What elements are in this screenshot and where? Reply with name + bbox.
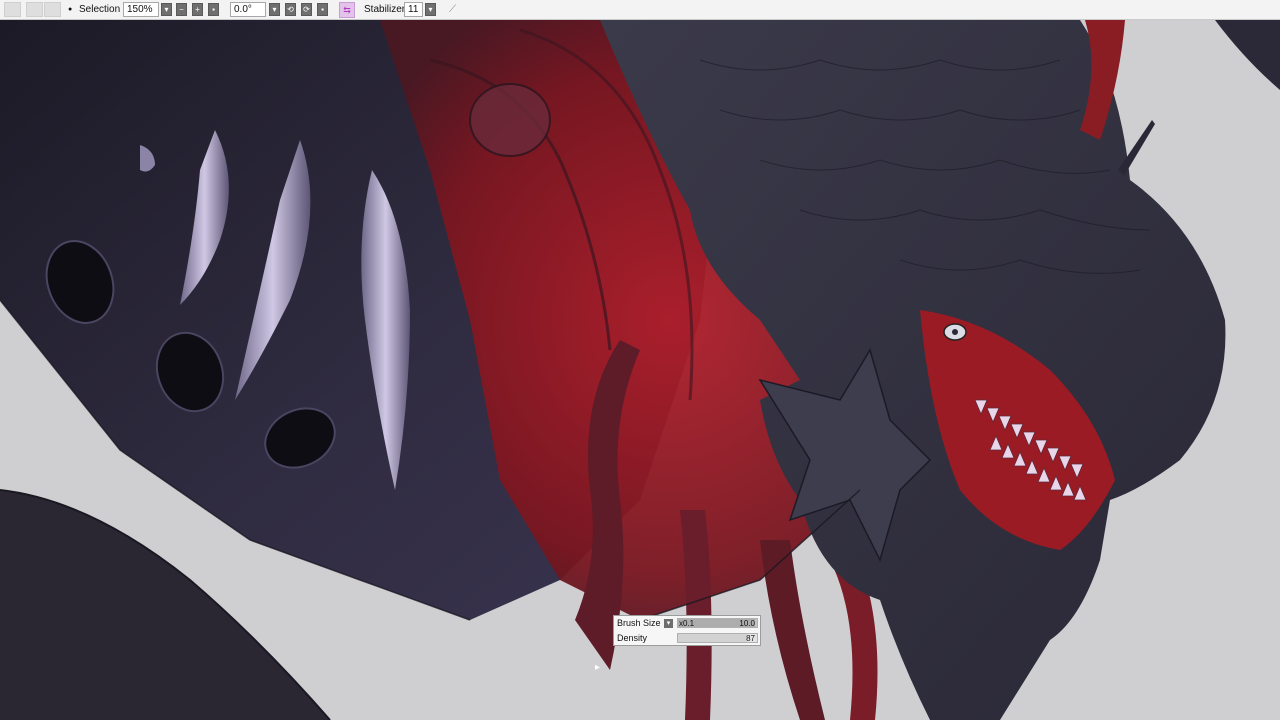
stabilizer-dropdown-button[interactable]: ▾: [425, 3, 436, 16]
swap-arrows-icon[interactable]: ⇆: [339, 2, 355, 18]
selection-label[interactable]: Selection: [79, 3, 120, 18]
rotate-right-button[interactable]: ⟳: [301, 3, 312, 16]
zoom-field[interactable]: 150%: [123, 2, 159, 17]
toolbar-square-button-2[interactable]: [26, 2, 43, 17]
density-fill: [678, 634, 747, 642]
zoom-in-button[interactable]: +: [192, 3, 203, 16]
density-slider[interactable]: 87: [677, 633, 758, 643]
rotation-dropdown-button[interactable]: ▾: [269, 3, 280, 16]
zoom-dropdown-button[interactable]: ▾: [161, 3, 172, 16]
toolbar-square-button-3[interactable]: [44, 2, 61, 17]
brush-size-min-label: x0.1: [679, 619, 695, 628]
stabilizer-field[interactable]: 11: [404, 2, 423, 17]
slash-pen-icon[interactable]: ⟋: [449, 3, 456, 18]
brush-settings-popup: Brush Size ▾ x0.1 10.0 Density 87: [613, 615, 761, 646]
toolbar-square-button-1[interactable]: [4, 2, 21, 17]
brush-size-value: 10.0: [739, 619, 755, 628]
brush-size-dropdown-button[interactable]: ▾: [664, 619, 673, 628]
cursor-arrow-icon: ▸: [595, 662, 601, 673]
rotation-reset-button[interactable]: ▪: [317, 3, 328, 16]
zoom-reset-button[interactable]: ▪: [208, 3, 219, 16]
brush-size-label: Brush Size: [617, 618, 661, 628]
rotate-left-button[interactable]: ⟲: [285, 3, 296, 16]
drawing-canvas[interactable]: ▸ Brush Size ▾ x0.1 10.0 Density 87: [0, 20, 1280, 720]
density-label: Density: [617, 633, 648, 643]
brush-size-slider[interactable]: x0.1 10.0: [677, 618, 758, 628]
rotation-field[interactable]: 0.0°: [230, 2, 266, 17]
density-value: 87: [746, 634, 755, 643]
stabilizer-label: Stabilizer: [364, 4, 406, 15]
selection-dot-icon: ●: [68, 6, 73, 13]
zoom-out-button[interactable]: −: [176, 3, 187, 16]
top-toolbar: ● Selection 150% ▾ − + ▪ 0.0° ▾ ⟲ ⟳ ▪ ⇆ …: [0, 0, 1280, 20]
